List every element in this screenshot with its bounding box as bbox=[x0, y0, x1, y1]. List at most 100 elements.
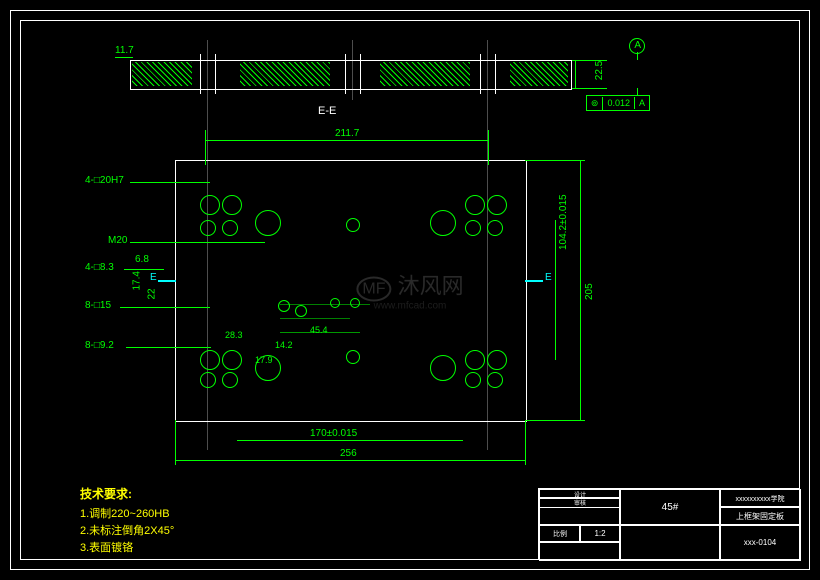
hole bbox=[465, 195, 485, 215]
hole-large bbox=[430, 355, 456, 381]
dim-283: 28.3 bbox=[225, 330, 243, 340]
hole-edge bbox=[495, 54, 496, 94]
dim-ext bbox=[525, 420, 585, 421]
tech-req-title: 技术要求: bbox=[80, 485, 132, 502]
hatch-area bbox=[240, 62, 330, 86]
dim-174: 17.4 bbox=[132, 271, 143, 290]
dim-line bbox=[115, 57, 133, 58]
hole-large bbox=[430, 210, 456, 236]
fcf-leader bbox=[637, 88, 638, 96]
cad-canvas: 11.7 22.5 E-E A ⊚ 0.012 A 211.7 170±0.01… bbox=[0, 0, 820, 580]
tb-mid-bottom bbox=[619, 524, 721, 561]
section-mark-e: E bbox=[150, 272, 157, 283]
hole bbox=[465, 220, 481, 236]
fcf-datum: A bbox=[635, 97, 649, 109]
fcf-symbol: ⊚ bbox=[587, 97, 604, 110]
hole bbox=[222, 372, 238, 388]
hole-small bbox=[278, 300, 290, 312]
dim-ext bbox=[488, 130, 489, 165]
guide-line bbox=[280, 318, 350, 319]
dim-ext bbox=[175, 420, 176, 465]
section-label: E-E bbox=[318, 105, 336, 117]
tech-req-2: 2.未标注倒角2X45° bbox=[80, 522, 174, 538]
datum-leader bbox=[637, 52, 638, 60]
dim-line bbox=[280, 332, 360, 333]
hole bbox=[200, 350, 220, 370]
dim-ext bbox=[525, 420, 526, 465]
dim-right-inner: 104.2±0.015 bbox=[558, 194, 569, 250]
hole bbox=[222, 350, 242, 370]
centerline bbox=[352, 40, 353, 100]
section-mark bbox=[158, 280, 176, 282]
tech-req-1: 1.调制220~260HB bbox=[80, 505, 170, 521]
dim-ext bbox=[525, 160, 585, 161]
tb-sheet: xxx-0104 bbox=[719, 524, 801, 561]
dim-section-right: 22.5 bbox=[594, 61, 605, 80]
dim-top: 211.7 bbox=[335, 128, 359, 139]
dim-line bbox=[575, 60, 576, 88]
hole-small bbox=[330, 298, 340, 308]
guide-line bbox=[280, 304, 370, 305]
dim-bottom-outer: 256 bbox=[340, 448, 357, 459]
callout-4phi83: 4-□8.3 bbox=[85, 262, 114, 273]
hole bbox=[200, 195, 220, 215]
hole-edge bbox=[360, 54, 361, 94]
dim-454: 45.4 bbox=[310, 325, 328, 335]
hole-center bbox=[346, 218, 360, 232]
hole bbox=[465, 372, 481, 388]
hole bbox=[465, 350, 485, 370]
hole bbox=[487, 220, 503, 236]
tb-bl bbox=[539, 541, 621, 561]
dim-line bbox=[175, 460, 525, 461]
callout-8phi92: 8-□9.2 bbox=[85, 340, 114, 351]
tech-req-3: 3.表面镀铬 bbox=[80, 539, 133, 555]
hole bbox=[200, 372, 216, 388]
dim-ext bbox=[572, 60, 607, 61]
leader bbox=[126, 347, 211, 348]
callout-m20: M20 bbox=[108, 235, 127, 246]
tb-part-name: 上框架固定板 bbox=[719, 506, 801, 526]
hole bbox=[222, 195, 242, 215]
datum-letter: A bbox=[634, 40, 641, 51]
leader bbox=[120, 307, 210, 308]
dim-line bbox=[580, 160, 581, 420]
section-mark-e: E bbox=[545, 272, 552, 283]
hole-large bbox=[255, 210, 281, 236]
feature-control-frame: ⊚ 0.012 A bbox=[586, 95, 650, 111]
section-body bbox=[130, 60, 572, 90]
tb-check: 审核 bbox=[539, 497, 621, 508]
dim-142: 14.2 bbox=[275, 340, 293, 350]
hole-edge bbox=[215, 54, 216, 94]
hatch-area bbox=[510, 62, 568, 86]
hole-center bbox=[346, 350, 360, 364]
dim-line bbox=[205, 140, 488, 141]
hole bbox=[222, 220, 238, 236]
hole-edge bbox=[345, 54, 346, 94]
fcf-tolerance: 0.012 bbox=[603, 97, 635, 109]
dim-ext bbox=[205, 130, 206, 165]
dim-68: 6.8 bbox=[135, 254, 149, 265]
leader bbox=[130, 242, 265, 243]
section-mark bbox=[525, 280, 543, 282]
dim-179: 17.9 bbox=[255, 355, 273, 365]
dim-line bbox=[555, 220, 556, 360]
dim-section-left: 11.7 bbox=[115, 45, 134, 56]
hole-small bbox=[295, 305, 307, 317]
dim-ext bbox=[572, 88, 607, 89]
dim-bottom-inner: 170±0.015 bbox=[310, 428, 357, 439]
hatch-area bbox=[380, 62, 470, 86]
dim-right-outer: 205 bbox=[584, 283, 595, 300]
hole bbox=[487, 372, 503, 388]
hole bbox=[487, 195, 507, 215]
tb-material: 45# bbox=[619, 489, 721, 526]
title-block: 设计 审核 45# xxxxxxxxxx学院 上框架固定板 比例 1:2 xxx… bbox=[538, 488, 800, 560]
hatch-area bbox=[132, 62, 192, 86]
hole-edge bbox=[480, 54, 481, 94]
dim-22: 22 bbox=[147, 288, 158, 299]
callout-8phi15: 8-□15 bbox=[85, 300, 111, 311]
hole bbox=[200, 220, 216, 236]
leader bbox=[124, 269, 164, 270]
hole-small bbox=[350, 298, 360, 308]
hole-edge bbox=[200, 54, 201, 94]
leader bbox=[130, 182, 210, 183]
